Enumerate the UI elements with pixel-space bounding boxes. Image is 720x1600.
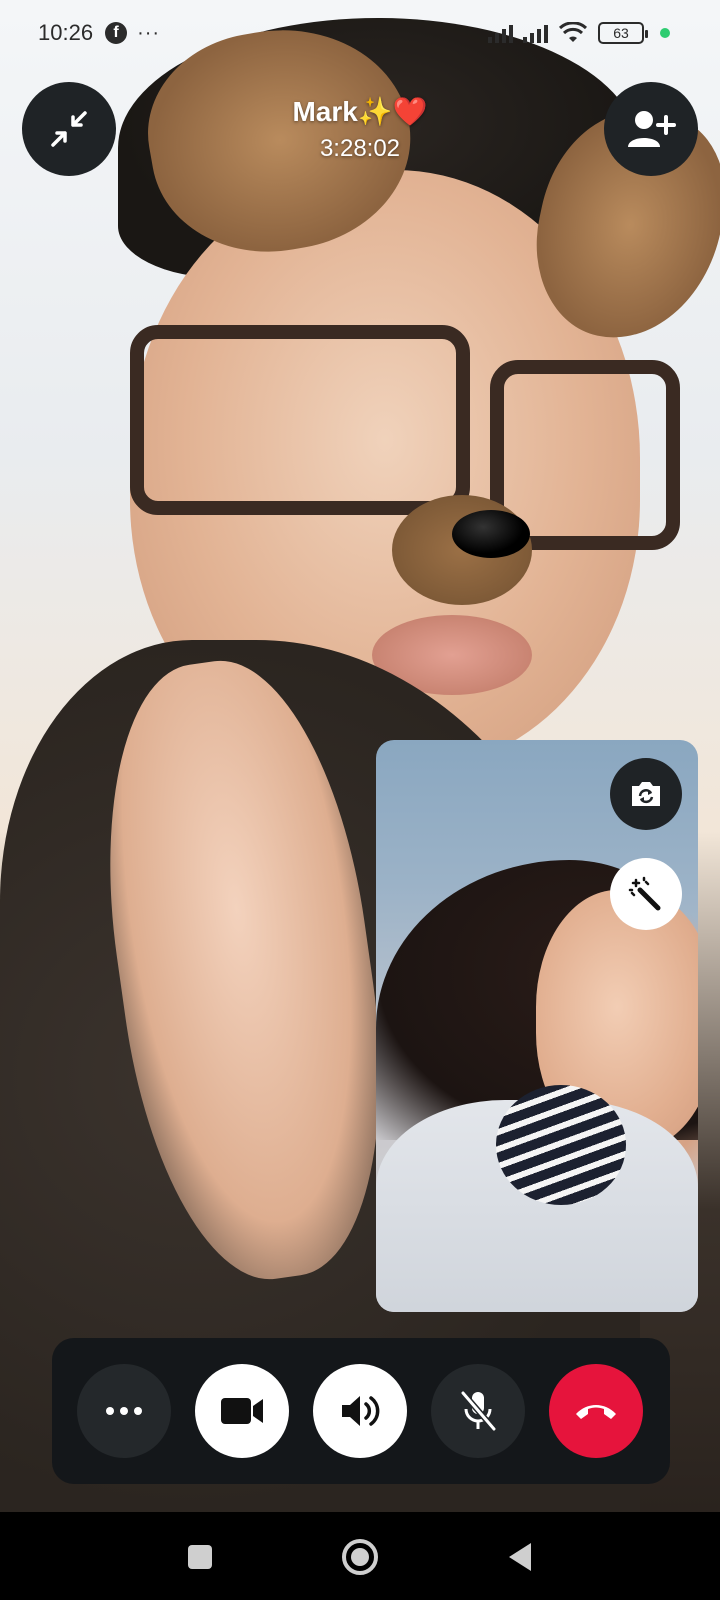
self-video-collar [496, 1085, 626, 1205]
system-nav-bar [0, 1512, 720, 1600]
flip-camera-icon [632, 782, 660, 806]
dog-filter-nose [452, 510, 530, 558]
end-call-icon [576, 1405, 616, 1419]
more-options-button[interactable] [77, 1364, 171, 1458]
speaker-icon [342, 1396, 380, 1426]
status-time: 10:26 [38, 20, 94, 45]
status-indicators: 63 [488, 22, 670, 44]
back-icon [509, 1543, 531, 1571]
end-call-button[interactable] [549, 1364, 643, 1458]
back-button[interactable] [495, 1532, 545, 1582]
minimize-icon [51, 111, 87, 147]
signal-icon-1 [488, 23, 513, 43]
battery-icon: 63 [598, 22, 648, 44]
signal-icon-2 [523, 23, 548, 43]
glasses-left-lens [130, 325, 470, 515]
home-icon [342, 1539, 378, 1575]
home-button[interactable] [335, 1532, 385, 1582]
add-person-button[interactable] [604, 82, 698, 176]
call-control-bar [52, 1338, 670, 1484]
minimize-button[interactable] [22, 82, 116, 176]
effects-button[interactable] [610, 858, 682, 930]
mic-off-icon [460, 1390, 497, 1432]
facebook-icon: f [105, 22, 128, 44]
privacy-indicator-dot [660, 28, 670, 38]
mute-toggle-button[interactable] [431, 1364, 525, 1458]
speaker-toggle-button[interactable] [313, 1364, 407, 1458]
recents-button[interactable] [175, 1532, 225, 1582]
more-dots-icon [106, 1407, 142, 1415]
video-toggle-button[interactable] [195, 1364, 289, 1458]
recents-icon [188, 1545, 212, 1569]
status-bar: 10:26 f ··· 63 [0, 0, 720, 66]
flip-camera-button[interactable] [610, 758, 682, 830]
video-camera-icon [221, 1398, 263, 1424]
self-video-preview[interactable] [376, 740, 698, 1312]
add-person-icon [628, 111, 676, 147]
wifi-icon [558, 22, 588, 42]
magic-wand-icon [628, 876, 661, 911]
status-more-icon: ··· [137, 21, 161, 44]
